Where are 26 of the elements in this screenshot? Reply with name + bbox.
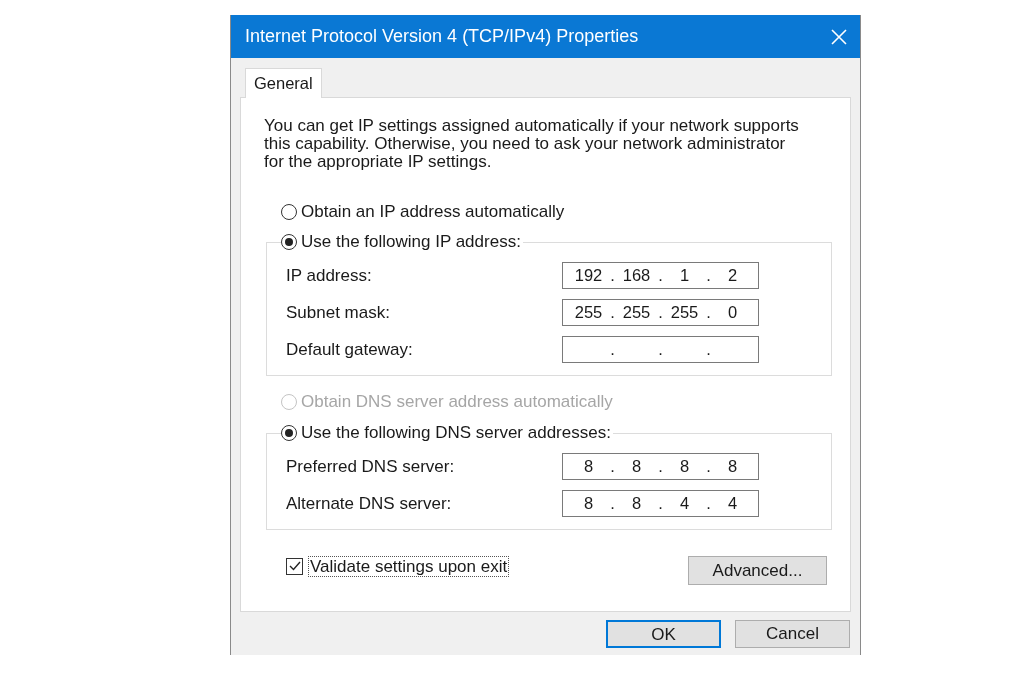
close-icon[interactable]: [831, 28, 847, 45]
field-label: Preferred DNS server:: [286, 456, 456, 477]
field-label: Subnet mask:: [286, 302, 391, 323]
dialog-button[interactable]: Cancel: [735, 620, 850, 648]
radio-button[interactable]: [281, 234, 297, 250]
ip-address-field[interactable]: 192 . 168 . 1 . 2: [562, 262, 759, 289]
description-text: You can get IP settings assigned automatically if your network supports this capability. Otherwise, you need to ask your network administrator for the appropriate IP settings.: [264, 117, 800, 171]
radio-button[interactable]: [281, 425, 297, 441]
tab[interactable]: General: [245, 68, 322, 98]
checkbox-label[interactable]: Validate settings upon exit: [309, 556, 509, 576]
field-label: Alternate DNS server:: [286, 493, 453, 514]
radio-label[interactable]: Use the following IP address:: [301, 232, 521, 252]
ip-address-field[interactable]: 8 . 8 . 8 . 8: [562, 453, 759, 480]
field-label: IP address:: [286, 265, 373, 286]
window-title: Internet Protocol Version 4 (TCP/IPv4) Properties: [245, 25, 639, 48]
radio-label[interactable]: Obtain an IP address automatically: [301, 202, 565, 222]
radio-label[interactable]: Use the following DNS server addresses:: [301, 423, 611, 443]
checkmark-icon: [288, 561, 301, 571]
dialog-button[interactable]: OK: [606, 620, 721, 648]
advanced-button[interactable]: Advanced...: [688, 556, 827, 585]
ip-address-field[interactable]: . . .: [562, 336, 759, 363]
radio-button[interactable]: [281, 204, 297, 220]
checkbox[interactable]: [286, 557, 303, 575]
ip-address-field[interactable]: 8 . 8 . 4 . 4: [562, 490, 759, 517]
field-label: Default gateway:: [286, 339, 414, 360]
ip-address-field[interactable]: 255 . 255 . 255 . 0: [562, 299, 759, 326]
